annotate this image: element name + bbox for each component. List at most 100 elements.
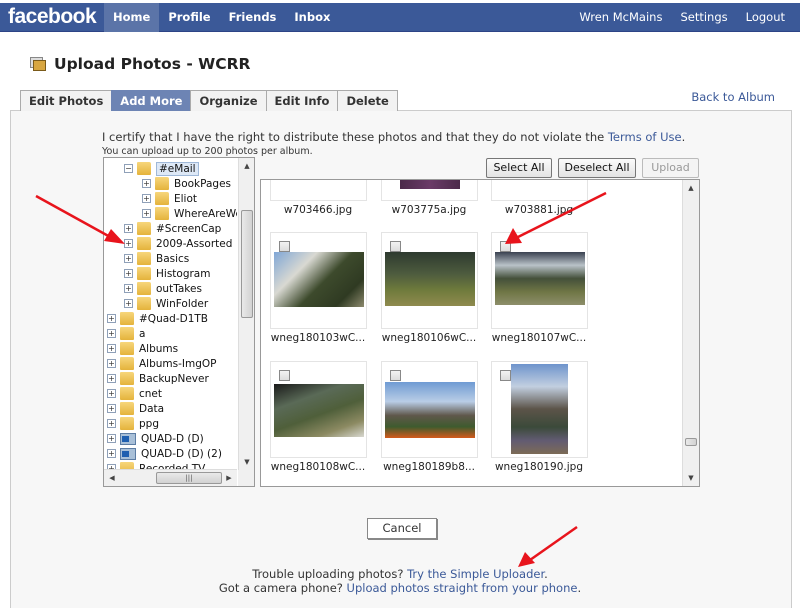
photo-cell[interactable] [491,361,588,458]
expand-icon[interactable]: + [107,389,116,398]
photo-thumbnail [400,180,460,189]
photo-cell[interactable] [381,361,478,458]
expand-icon[interactable]: + [107,329,116,338]
photo-cell[interactable] [270,361,367,458]
scroll-down-arrow-icon[interactable]: ▼ [239,454,254,470]
expand-icon[interactable]: + [107,434,116,443]
folder-tree-item[interactable]: − #eMail [124,161,199,176]
expand-icon[interactable]: + [124,254,133,263]
folder-tree-item[interactable]: + BackupNever [107,371,209,386]
photo-cell[interactable] [491,232,588,329]
select-all-button[interactable]: Select All [486,158,552,178]
expand-icon[interactable]: + [107,419,116,428]
folder-tree-item[interactable]: + BookPages [142,176,231,191]
folder-tree-item[interactable]: + WinFolder [124,296,208,311]
settings-link[interactable]: Settings [671,3,736,32]
folder-tree-item[interactable]: + cnet [107,386,162,401]
folder-tree-list: − #eMail + BookPages + Eliot + WhereAreWe + #Scre… [104,158,237,470]
tab-edit-info[interactable]: Edit Info [265,90,339,111]
photo-filename: wneg180106wC... [381,332,477,344]
folder-tree-item[interactable]: + a [107,326,145,341]
expand-icon[interactable]: + [142,179,151,188]
photo-checkbox[interactable] [279,370,290,381]
folder-tree-item[interactable]: + Eliot [142,191,197,206]
scrollbar-thumb[interactable] [241,210,253,318]
photo-cell[interactable] [491,180,588,201]
simple-uploader-link[interactable]: Try the Simple Uploader [407,567,544,581]
photo-grid: w703466.jpg w703775a.jpg w703881.jpg wne… [260,179,700,487]
expand-icon[interactable]: + [124,224,133,233]
photo-checkbox[interactable] [279,241,290,252]
nav-profile[interactable]: Profile [159,3,219,32]
tab-add-more[interactable]: Add More [111,90,192,111]
deselect-all-button[interactable]: Deselect All [558,158,636,178]
back-to-album-link[interactable]: Back to Album [691,90,775,104]
terms-of-use-link[interactable]: Terms of Use [608,130,682,144]
photo-cell[interactable] [270,180,367,201]
folder-tree-item[interactable]: + ppg [107,416,159,431]
expand-icon[interactable]: + [107,314,116,323]
scroll-up-arrow-icon[interactable]: ▲ [239,158,254,174]
upload-button[interactable]: Upload [642,158,699,178]
expand-icon[interactable]: + [124,299,133,308]
collapse-icon[interactable]: − [124,164,133,173]
expand-icon[interactable]: + [107,359,116,368]
folder-tree-item[interactable]: + Albums [107,341,178,356]
expand-icon[interactable]: + [142,209,151,218]
expand-icon[interactable]: + [142,194,151,203]
logout-link[interactable]: Logout [737,3,794,32]
album-tabs: Edit Photos Add More Organize Edit Info … [20,90,398,111]
photo-checkbox[interactable] [500,370,511,381]
nav-friends[interactable]: Friends [220,3,286,32]
folder-tree-item[interactable]: +2009-Assorted [124,236,232,251]
expand-icon[interactable]: + [107,449,116,458]
photo-checkbox[interactable] [390,241,401,252]
folder-tree-item[interactable]: + outTakes [124,281,202,296]
folder-tree-item[interactable]: + WhereAreWe [142,206,237,221]
scroll-right-arrow-icon[interactable]: ▶ [221,470,237,486]
scroll-down-arrow-icon[interactable]: ▼ [683,470,699,486]
tab-edit-photos[interactable]: Edit Photos [20,90,113,111]
user-name-link[interactable]: Wren McMains [570,3,671,32]
mobile-upload-link[interactable]: Upload photos straight from your phone [347,581,578,595]
photo-grid-scrollbar[interactable]: ▲ ▼ [682,180,699,486]
folder-tree-item[interactable]: + QUAD-D (D) (2) [107,446,222,461]
tab-delete[interactable]: Delete [337,90,398,111]
nav-inbox[interactable]: Inbox [285,3,339,32]
scroll-up-arrow-icon[interactable]: ▲ [683,180,699,196]
cancel-button[interactable]: Cancel [367,518,437,539]
photo-checkbox[interactable] [500,241,511,252]
folder-tree-horizontal-scrollbar[interactable]: ◀ ||| ▶ [104,469,237,486]
expand-icon[interactable]: + [107,374,116,383]
folder-label: Albums [139,342,179,355]
expand-icon[interactable]: + [124,239,133,248]
photo-checkbox[interactable] [390,370,401,381]
folder-label: WinFolder [156,297,209,310]
folder-tree-item[interactable]: + QUAD-D (D) [107,431,204,446]
folder-tree[interactable]: − #eMail + BookPages + Eliot + WhereAreWe + #Scre… [103,157,255,487]
camera-phone-text: Got a camera phone? [218,581,347,595]
folder-icon [120,417,134,430]
nav-home[interactable]: Home [104,3,160,32]
photo-cell[interactable] [381,180,478,201]
folder-tree-item[interactable]: + Data [107,401,164,416]
photo-cell[interactable] [381,232,478,329]
folder-tree-item[interactable]: + Basics [124,251,189,266]
photo-cell[interactable] [270,232,367,329]
tab-organize[interactable]: Organize [190,90,267,111]
folder-tree-vertical-scrollbar[interactable]: ▲ ▼ [238,158,254,470]
expand-icon[interactable]: + [107,404,116,413]
folder-tree-item[interactable]: + Histogram [124,266,210,281]
scrollbar-thumb[interactable]: ||| [156,472,222,484]
folder-icon [137,267,151,280]
folder-tree-item[interactable]: + #ScreenCap [124,221,221,236]
expand-icon[interactable]: + [107,344,116,353]
scroll-left-arrow-icon[interactable]: ◀ [104,470,120,486]
facebook-logo[interactable]: facebook [8,5,97,29]
folder-tree-item[interactable]: + #Quad-D1TB [107,311,208,326]
expand-icon[interactable]: + [124,269,133,278]
photo-filename: w703466.jpg [283,204,353,216]
expand-icon[interactable]: + [124,284,133,293]
folder-tree-item[interactable]: + Albums-ImgOP [107,356,217,371]
scrollbar-thumb[interactable] [685,438,697,446]
